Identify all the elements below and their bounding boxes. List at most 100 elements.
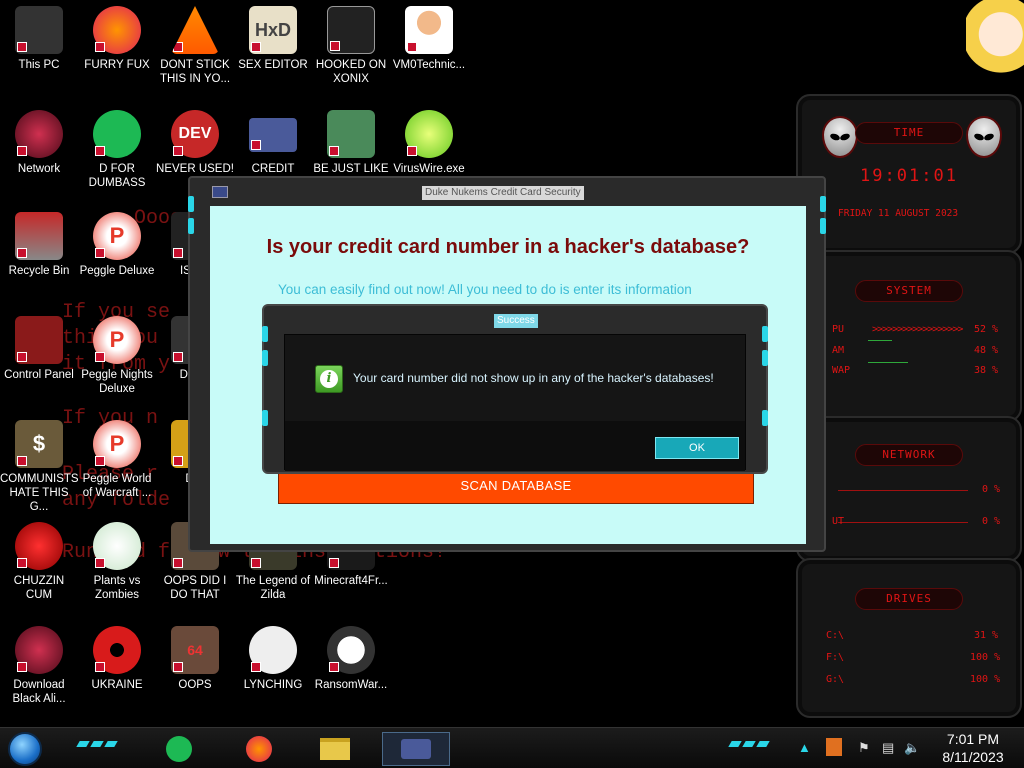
desktop-icon-furry-fux[interactable]: FURRY FUX <box>78 6 156 72</box>
decor-led <box>820 196 826 212</box>
dialog-title: Success <box>494 314 538 328</box>
taskbar: ▲ ⚑ ▤ 🔈 7:01 PM 8/11/2023 <box>0 727 1024 768</box>
widget-title: DRIVES <box>855 588 963 610</box>
window-title: Duke Nukems Credit Card Security <box>422 186 584 200</box>
desktop-icon-never-used[interactable]: DEV NEVER USED! <box>156 110 234 176</box>
desktop-icon-download-black-ali[interactable]: Download Black Ali... <box>0 626 78 706</box>
desktop-icon-lynching[interactable]: LYNCHING <box>234 626 312 692</box>
peggle-nights-icon: P <box>93 316 141 364</box>
network-icon <box>15 110 63 158</box>
dialog-message: Your card number did not show up in any … <box>353 371 714 385</box>
character-avatar-icon <box>966 0 1024 76</box>
desktop-icon-vm0technic[interactable]: VM0Technic... <box>390 6 468 72</box>
alien-head-icon <box>966 116 1002 158</box>
control-panel-icon <box>15 316 63 364</box>
network-icon[interactable]: ▤ <box>882 740 894 756</box>
chuzzle-icon <box>15 522 63 570</box>
drive-label: G:\ <box>826 674 845 685</box>
network-out-label: UT <box>832 516 845 527</box>
xonix-icon <box>327 6 375 54</box>
instructions-text: You can easily find out now! All you nee… <box>278 282 692 297</box>
desktop-icon-plants-vs-zombies[interactable]: Plants vs Zombies <box>78 522 156 602</box>
system-ram-label: AM <box>832 345 845 356</box>
radiation-icon <box>93 626 141 674</box>
vlc-cone-icon <box>171 6 219 54</box>
firefox-icon <box>93 6 141 54</box>
decor-led <box>262 410 268 426</box>
desktop-icon-ransomware[interactable]: RansomWar... <box>312 626 390 692</box>
taskbar-firefox-icon[interactable] <box>244 734 274 764</box>
desktop-icon-dont-stick[interactable]: DONT STICK THIS IN YO... <box>156 6 234 86</box>
widget-system: SYSTEM PU >>>>>>>>>>>>>>>>>> 52 % AM 48 … <box>796 250 1022 422</box>
widget-drives: DRIVES C:\ 31 % F:\ 100 % G:\ 100 % <box>796 558 1022 718</box>
info-icon: i <box>315 365 343 393</box>
peggle-wow-icon: P <box>93 420 141 468</box>
widget-title: SYSTEM <box>855 280 963 302</box>
decor-led <box>762 350 768 366</box>
window-titlebar[interactable]: Duke Nukems Credit Card Security <box>190 178 824 206</box>
system-cpu-label: PU <box>832 324 845 335</box>
system-cpu-value: 52 % <box>974 324 999 335</box>
taskbar-credit-card-app[interactable] <box>382 732 450 766</box>
drive-value: 100 % <box>970 674 1001 685</box>
credit-card-icon <box>212 186 228 198</box>
system-ram-value: 48 % <box>974 345 999 356</box>
tray-chevron-icon[interactable]: ▲ <box>798 740 811 755</box>
desktop-icon-oops[interactable]: 64 OOPS <box>156 626 234 692</box>
computer-icon <box>15 6 63 54</box>
desktop-icon-this-pc[interactable]: This PC <box>0 6 78 72</box>
desktop-icon-recycle-bin[interactable]: Recycle Bin <box>0 212 78 278</box>
network-graph <box>838 490 968 491</box>
peggle-icon: P <box>93 212 141 260</box>
desktop-icon-communists[interactable]: $ COMMUNISTS HATE THIS G... <box>0 420 79 514</box>
desktop-icon-viruswire[interactable]: VirusWire.exe <box>390 110 468 176</box>
taskbar-file-explorer-icon[interactable] <box>320 734 350 764</box>
network-globe-icon <box>249 626 297 674</box>
start-button[interactable] <box>8 732 42 766</box>
decor-led <box>188 196 194 212</box>
limewire-icon <box>405 110 453 158</box>
portrait-icon: 64 <box>171 626 219 674</box>
desktop-icon-control-panel[interactable]: Control Panel <box>0 316 78 382</box>
desktop-icon-peggle-wow[interactable]: P Peggle World of Warcraft ... <box>78 420 156 500</box>
desktop-icon-d-for-dumbass[interactable]: D FOR DUMBASS <box>78 110 156 190</box>
ok-button[interactable]: OK <box>655 437 739 459</box>
devcpp-icon: DEV <box>171 110 219 158</box>
alien-head-icon <box>822 116 858 158</box>
network-out-value: 0 % <box>982 516 1001 527</box>
decor-led <box>762 410 768 426</box>
decor-led <box>820 218 826 234</box>
desktop-icon-peggle-deluxe[interactable]: P Peggle Deluxe <box>78 212 156 278</box>
hxd-icon: HxD <box>249 6 297 54</box>
credit-card-icon <box>249 118 297 152</box>
network-in-value: 0 % <box>982 484 1001 495</box>
character-icon <box>327 110 375 158</box>
desktop-icon-sex-editor[interactable]: HxD SEX EDITOR <box>234 6 312 72</box>
drive-label: F:\ <box>826 652 845 663</box>
flower-icon <box>93 522 141 570</box>
system-cpu-bar: >>>>>>>>>>>>>>>>>> <box>872 324 963 335</box>
taskbar-clock[interactable]: 7:01 PM 8/11/2023 <box>930 730 1016 766</box>
clock-time: 7:01 PM <box>946 731 1000 747</box>
desktop-icon-hooked-on-xonix[interactable]: HOOKED ON XONIX <box>312 6 390 86</box>
success-dialog[interactable]: Success i Your card number did not show … <box>262 304 768 474</box>
recycle-bin-icon <box>15 212 63 260</box>
decor-leds <box>728 741 770 747</box>
widget-title: NETWORK <box>855 444 963 466</box>
desktop-icon-peggle-nights[interactable]: P Peggle Nights Deluxe <box>78 316 156 396</box>
tray-app-icon[interactable] <box>826 738 842 756</box>
flag-icon[interactable]: ⚑ <box>858 740 870 756</box>
desktop-icon-be-just-like[interactable]: BE JUST LIKE <box>312 110 390 176</box>
alien-icon <box>15 626 63 674</box>
system-swap-value: 38 % <box>974 365 999 376</box>
volume-icon[interactable]: 🔈 <box>904 740 920 756</box>
money-bag-icon: $ <box>15 420 63 468</box>
desktop-icon-ukraine[interactable]: UKRAINE <box>78 626 156 692</box>
widget-title: TIME <box>855 122 963 144</box>
system-graph <box>868 340 892 341</box>
decor-led <box>188 218 194 234</box>
desktop-icon-network[interactable]: Network <box>0 110 78 176</box>
desktop-icon-chuzzin[interactable]: CHUZZIN CUM <box>0 522 78 602</box>
drive-value: 31 % <box>974 630 999 641</box>
taskbar-spotify-icon[interactable] <box>164 734 194 764</box>
